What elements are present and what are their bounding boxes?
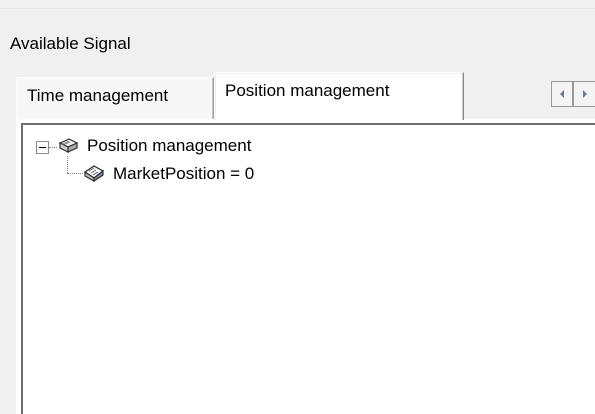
tree-view: Position management MarketPosition = 0 [21,123,595,414]
tree-connector [49,147,57,148]
tab-scroll-right-button[interactable] [573,81,595,107]
tab-scroll-left-button[interactable] [551,81,573,107]
top-divider [0,8,595,9]
arrow-left-icon [560,90,564,98]
collapse-toggle[interactable] [36,141,49,154]
tab-position-management[interactable]: Position management [214,72,464,120]
tree-connector-vertical [67,156,68,173]
open-book-icon [83,165,105,183]
available-signal-label: Available Signal [10,34,131,53]
arrow-right-icon [582,90,587,98]
book-icon [58,138,79,153]
tree-connector-horizontal [67,173,83,174]
tab-scroll-buttons [551,81,595,107]
tab-time-management[interactable]: Time management [16,77,214,120]
tree-node-marketposition[interactable]: MarketPosition = 0 [113,163,254,185]
tab-position-management-label: Position management [225,81,390,100]
tab-content-panel: Position management MarketPosition = 0 [16,119,595,414]
tab-strip: Time management Position management [16,72,595,120]
tree-node-position-management[interactable]: Position management [87,135,251,157]
tab-time-management-label: Time management [27,86,169,105]
